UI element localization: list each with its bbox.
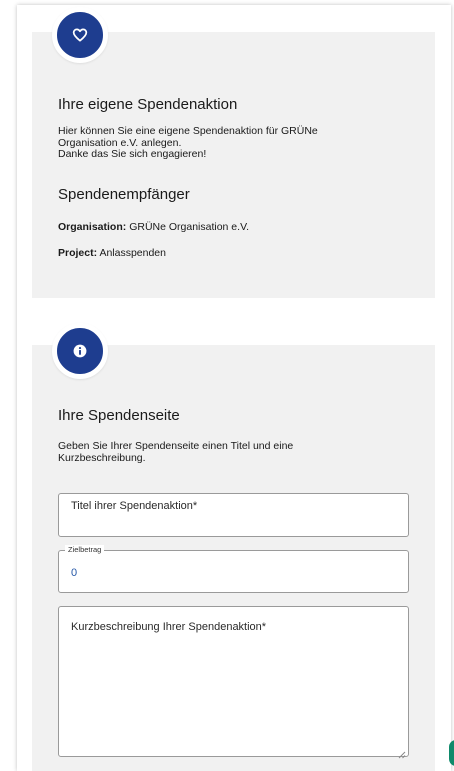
organisation-value: GRÜNe Organisation e.V. <box>129 221 250 233</box>
section-description: Hier können Sie eine eigene Spendenaktio… <box>58 125 318 160</box>
info-icon <box>73 344 87 358</box>
resize-handle-icon[interactable] <box>398 746 406 759</box>
section-title: Ihre eigene Spendenaktion <box>58 96 238 113</box>
info-badge <box>52 323 108 379</box>
section-title: Ihre Spendenseite <box>58 407 180 424</box>
goal-amount-field[interactable]: Zielbetrag 0 <box>58 545 409 593</box>
heart-icon <box>72 27 88 43</box>
goal-amount-value: 0 <box>71 567 78 579</box>
chat-widget-icon[interactable] <box>449 740 454 766</box>
short-description-placeholder: Kurzbeschreibung Ihrer Spendenaktion* <box>71 621 267 633</box>
project-value: Anlasspenden <box>99 247 166 259</box>
organisation-label: Organisation: <box>58 221 127 233</box>
organisation-row: Organisation: GRÜNe Organisation e.V. <box>58 221 249 233</box>
campaign-title-placeholder: Titel ihrer Spendenaktion* <box>71 500 198 512</box>
heart-badge <box>52 7 108 63</box>
campaign-title-field[interactable]: Titel ihrer Spendenaktion* <box>58 493 409 537</box>
form-panel: Ihre eigene Spendenaktion Hier können Si… <box>17 5 451 771</box>
goal-amount-label: Zielbetrag <box>65 545 105 555</box>
project-row: Project: Anlasspenden <box>58 247 166 259</box>
recipient-heading: Spendenempfänger <box>58 186 190 203</box>
section-description: Geben Sie Ihrer Spendenseite einen Titel… <box>58 440 294 464</box>
project-label: Project: <box>58 247 98 259</box>
short-description-field[interactable]: Kurzbeschreibung Ihrer Spendenaktion* <box>58 606 409 759</box>
